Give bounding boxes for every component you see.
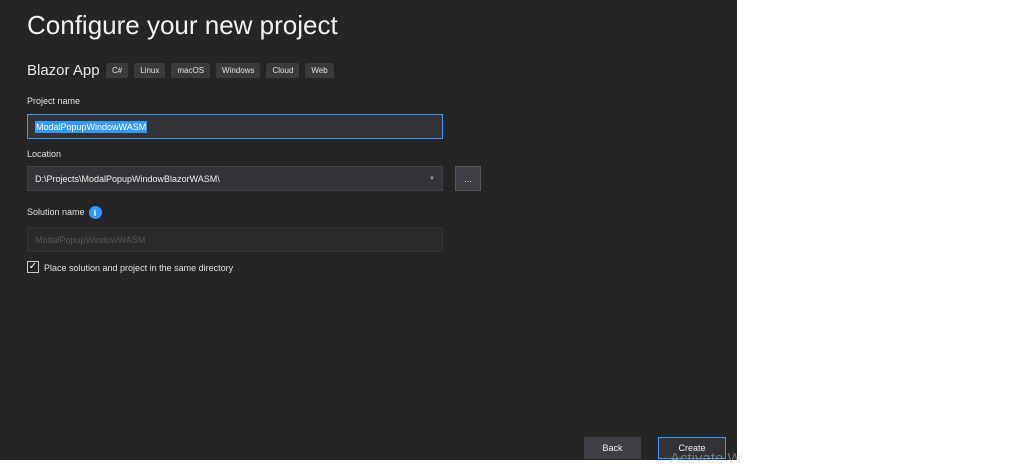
template-name: Blazor App <box>27 62 100 79</box>
solution-name-value: ModalPopupWindowWASM <box>35 234 146 245</box>
solution-name-text: Solution name <box>27 206 85 217</box>
solution-name-input[interactable]: ModalPopupWindowWASM <box>27 227 443 252</box>
project-name-input[interactable]: ModalPopupWindowWASM <box>27 114 443 139</box>
tag: Linux <box>134 63 166 78</box>
browse-button[interactable]: ... <box>455 166 481 191</box>
project-name-label: Project name <box>27 96 81 106</box>
same-directory-checkbox[interactable]: ✓ <box>27 261 39 273</box>
configure-project-dialog: Configure your new project Blazor App C#… <box>0 0 737 460</box>
solution-name-label: Solution name i <box>27 206 102 219</box>
tag: Windows <box>216 63 261 78</box>
tag: Cloud <box>266 63 300 78</box>
location-value: D:\Projects\ModalPopupWindowBlazorWASM\ <box>35 173 220 184</box>
info-icon[interactable]: i <box>88 206 102 219</box>
same-directory-label[interactable]: Place solution and project in the same d… <box>44 263 233 273</box>
location-combobox[interactable]: D:\Projects\ModalPopupWindowBlazorWASM\ … <box>27 166 443 191</box>
activation-watermark: Activate W <box>670 450 742 467</box>
tag: Web <box>305 63 334 78</box>
location-label: Location <box>27 149 62 159</box>
tag: macOS <box>171 63 211 78</box>
template-tags: C# Linux macOS Windows Cloud Web <box>106 63 334 78</box>
chevron-down-icon[interactable]: ▼ <box>429 176 435 182</box>
project-name-value: ModalPopupWindowWASM <box>35 120 148 133</box>
page-title: Configure your new project <box>27 10 338 40</box>
back-button[interactable]: Back <box>584 437 641 459</box>
tag: C# <box>106 63 129 78</box>
